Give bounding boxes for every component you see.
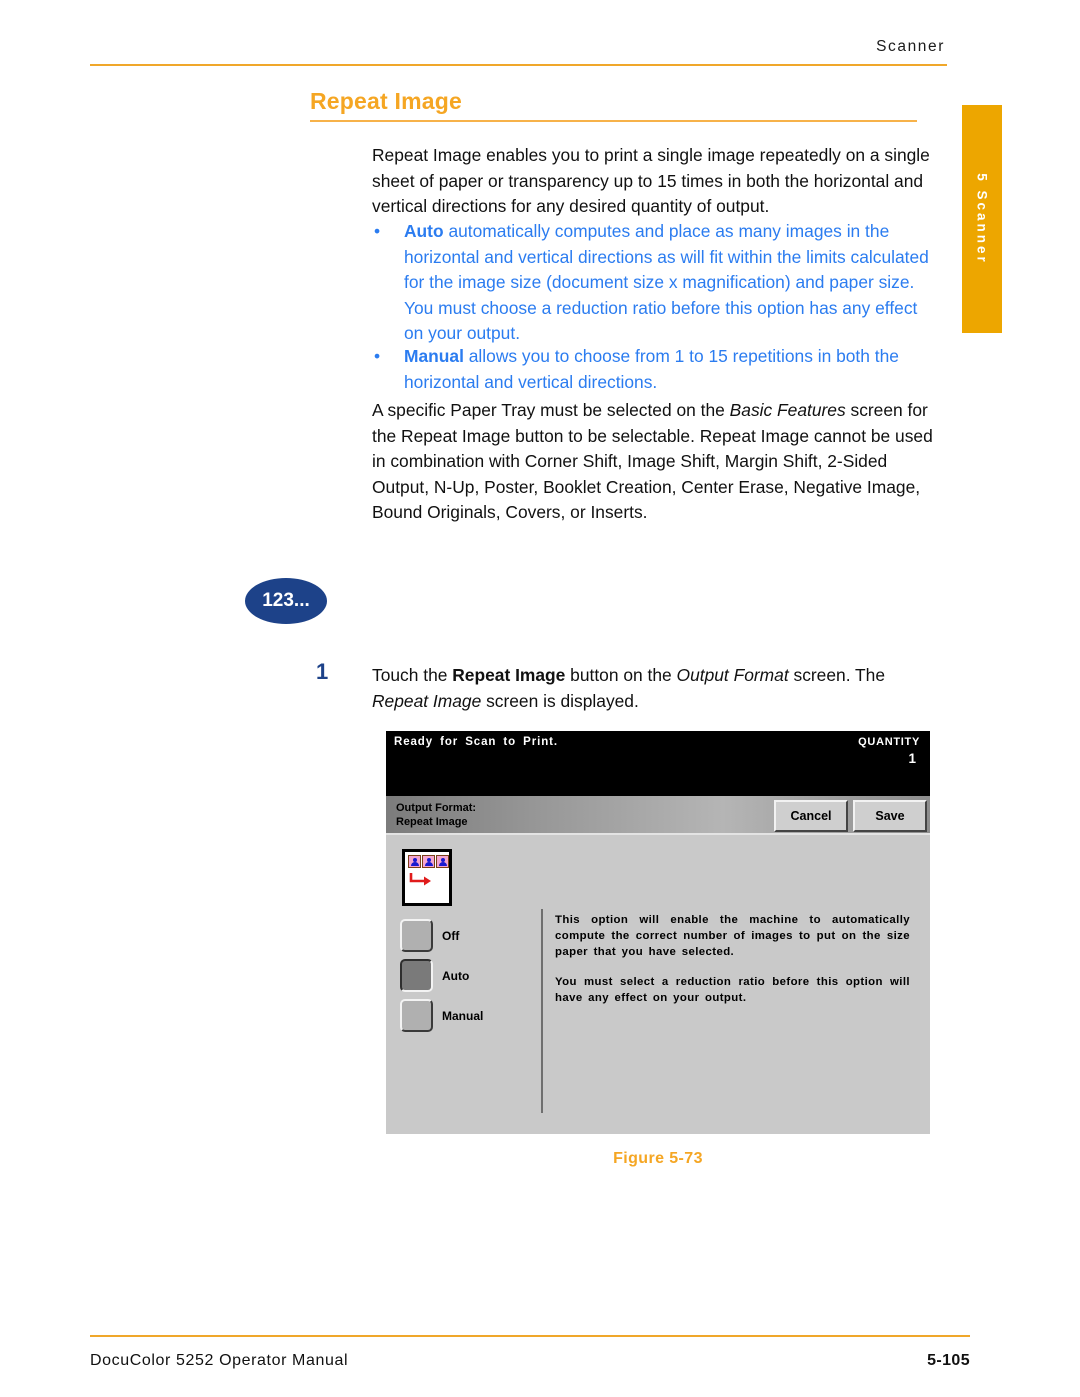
option-button-manual[interactable]: [400, 999, 433, 1032]
footer-rule: [90, 1335, 970, 1337]
step-text-repeat-image-screen: Repeat Image: [372, 690, 482, 711]
save-button[interactable]: Save: [853, 800, 927, 832]
option-button-off[interactable]: [400, 919, 433, 952]
header-rule: [90, 64, 947, 66]
page-title: Repeat Image: [310, 88, 462, 114]
option-row-off[interactable]: Off: [400, 919, 459, 952]
procedure-badge-label: 123...: [262, 590, 310, 611]
option-row-manual[interactable]: Manual: [400, 999, 483, 1032]
bullet-marker-icon: •: [374, 221, 381, 241]
step-number: 1: [316, 659, 329, 684]
figure-caption: Figure 5-73: [613, 1150, 703, 1167]
person-thumbnail-icon: [436, 855, 449, 868]
preview-thumbnails: [408, 855, 449, 868]
bullet-item-auto: • Auto automatically computes and place …: [372, 219, 938, 347]
option-button-auto[interactable]: [400, 959, 433, 992]
option-label-auto: Auto: [442, 968, 470, 983]
person-thumbnail-icon: [408, 855, 421, 868]
option-label-manual: Manual: [442, 1008, 484, 1023]
lcd-description-paragraph: You must select a reduction ratio before…: [555, 976, 910, 1005]
wrap-arrow-icon: [409, 873, 431, 886]
option-label-off: Off: [442, 928, 460, 943]
lcd-description-paragraph: This option will enable the machine to a…: [555, 914, 910, 958]
restrictions-text-basic-features: Basic Features: [729, 400, 846, 420]
lcd-description-panel: This option will enable the machine to a…: [555, 913, 910, 1007]
lcd-status-message: Ready for Scan to Print.: [394, 736, 558, 748]
step-instruction: Touch the Repeat Image button on the Out…: [372, 663, 938, 714]
step-text-c: button on the: [565, 665, 677, 685]
lcd-quantity-label: QUANTITY: [858, 736, 920, 748]
step-text-a: Touch the: [372, 665, 453, 685]
bullet-item-manual: • Manual allows you to choose from 1 to …: [372, 344, 938, 395]
step-text-output-format: Output Format: [676, 665, 789, 685]
step-text-repeat-image: Repeat Image: [452, 665, 566, 685]
lcd-quantity-value: 1: [908, 751, 916, 766]
bullet-term-manual: Manual: [404, 346, 464, 366]
procedure-badge: 123...: [245, 578, 327, 624]
step-text-g: screen is displayed.: [481, 690, 639, 711]
lcd-content-area: Off Auto Manual This option will enable …: [386, 835, 930, 1134]
chapter-thumb-tab: 5 Scanner: [962, 105, 1002, 333]
lcd-status-bar: Ready for Scan to Print. QUANTITY 1: [386, 731, 930, 796]
repeat-image-preview-icon: [402, 849, 452, 906]
option-row-auto[interactable]: Auto: [400, 959, 469, 992]
intro-paragraph: Repeat Image enables you to print a sing…: [372, 145, 930, 217]
lcd-screen-title: Output Format: Repeat Image: [396, 801, 476, 829]
lcd-screen-title-line1: Output Format:: [396, 802, 477, 814]
cancel-button[interactable]: Cancel: [774, 800, 848, 832]
bullet-text-auto: automatically computes and place as many…: [404, 221, 929, 344]
restrictions-paragraph: A specific Paper Tray must be selected o…: [372, 398, 938, 526]
bullet-text-manual: allows you to choose from 1 to 15 repeti…: [404, 346, 899, 392]
running-header: Scanner: [876, 38, 945, 55]
lcd-screenshot: Ready for Scan to Print. QUANTITY 1 Outp…: [386, 731, 930, 1134]
bullet-marker-icon: •: [374, 346, 381, 366]
lcd-screen-title-line2: Repeat Image: [396, 816, 468, 828]
bullet-term-auto: Auto: [404, 221, 444, 241]
step-text-e: screen. The: [788, 665, 886, 685]
page-title-rule: [310, 120, 917, 122]
person-thumbnail-icon: [422, 855, 435, 868]
restrictions-text-a: A specific Paper Tray must be selected o…: [372, 400, 730, 420]
lcd-title-bar: Output Format: Repeat Image Cancel Save: [386, 796, 930, 835]
footer-page-number: 5-105: [927, 1352, 970, 1369]
chapter-thumb-tab-label: 5 Scanner: [974, 173, 990, 265]
lcd-vertical-divider: [541, 909, 543, 1113]
